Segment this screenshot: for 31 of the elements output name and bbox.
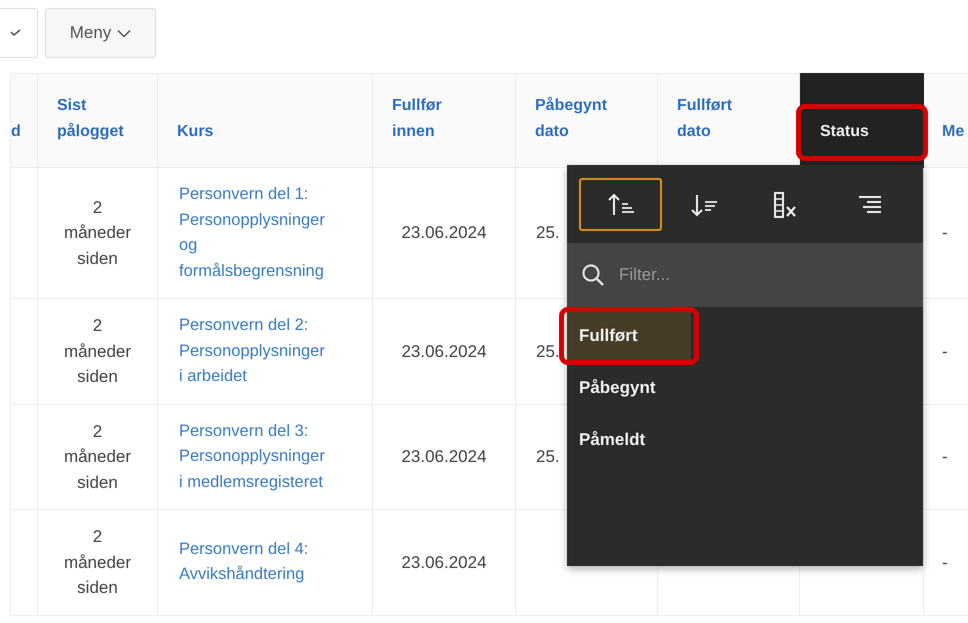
column-header[interactable]: Fullfør innen [372, 74, 516, 168]
column-header[interactable]: Fullført dato [658, 74, 800, 168]
table-cell: 23.06.2024 [401, 447, 487, 466]
table-cell: - [942, 342, 948, 360]
table-cell: 2 måneder siden [64, 527, 132, 597]
chevron-down-icon [117, 28, 132, 38]
table-cell: 23.06.2024 [401, 223, 487, 242]
filter-option[interactable]: Påmeldt [567, 414, 691, 466]
column-header[interactable]: Påbegynt dato [516, 74, 658, 168]
table-cell: 25. [536, 447, 560, 466]
sort-ascending-button[interactable] [579, 178, 662, 231]
filter-option[interactable]: Påbegynt [567, 362, 691, 414]
column-header[interactable]: Me [924, 74, 968, 168]
column-header[interactable]: d [10, 74, 38, 168]
table-cell: 23.06.2024 [401, 552, 487, 572]
column-header[interactable]: Sist pålogget [38, 74, 158, 168]
table-cell: 23.06.2024 [401, 342, 487, 360]
table-cell: 25. [536, 223, 560, 242]
table-cell: - [942, 223, 948, 242]
table-cell: - [942, 552, 948, 572]
filter-option[interactable]: Fullført [567, 310, 691, 362]
table-cell: 2 måneder siden [64, 422, 132, 492]
table-cell: 2 måneder siden [64, 198, 132, 268]
caret-icon [10, 29, 22, 37]
filter-field[interactable]: Filter... [617, 264, 871, 286]
column-header[interactable]: Kurs [158, 74, 372, 168]
table-cell: 25. [536, 342, 560, 360]
table-cell: - [942, 447, 948, 466]
table-cell: 2 måneder siden [64, 316, 132, 386]
menu-button[interactable]: Meny [45, 8, 156, 58]
search-icon [581, 263, 605, 287]
